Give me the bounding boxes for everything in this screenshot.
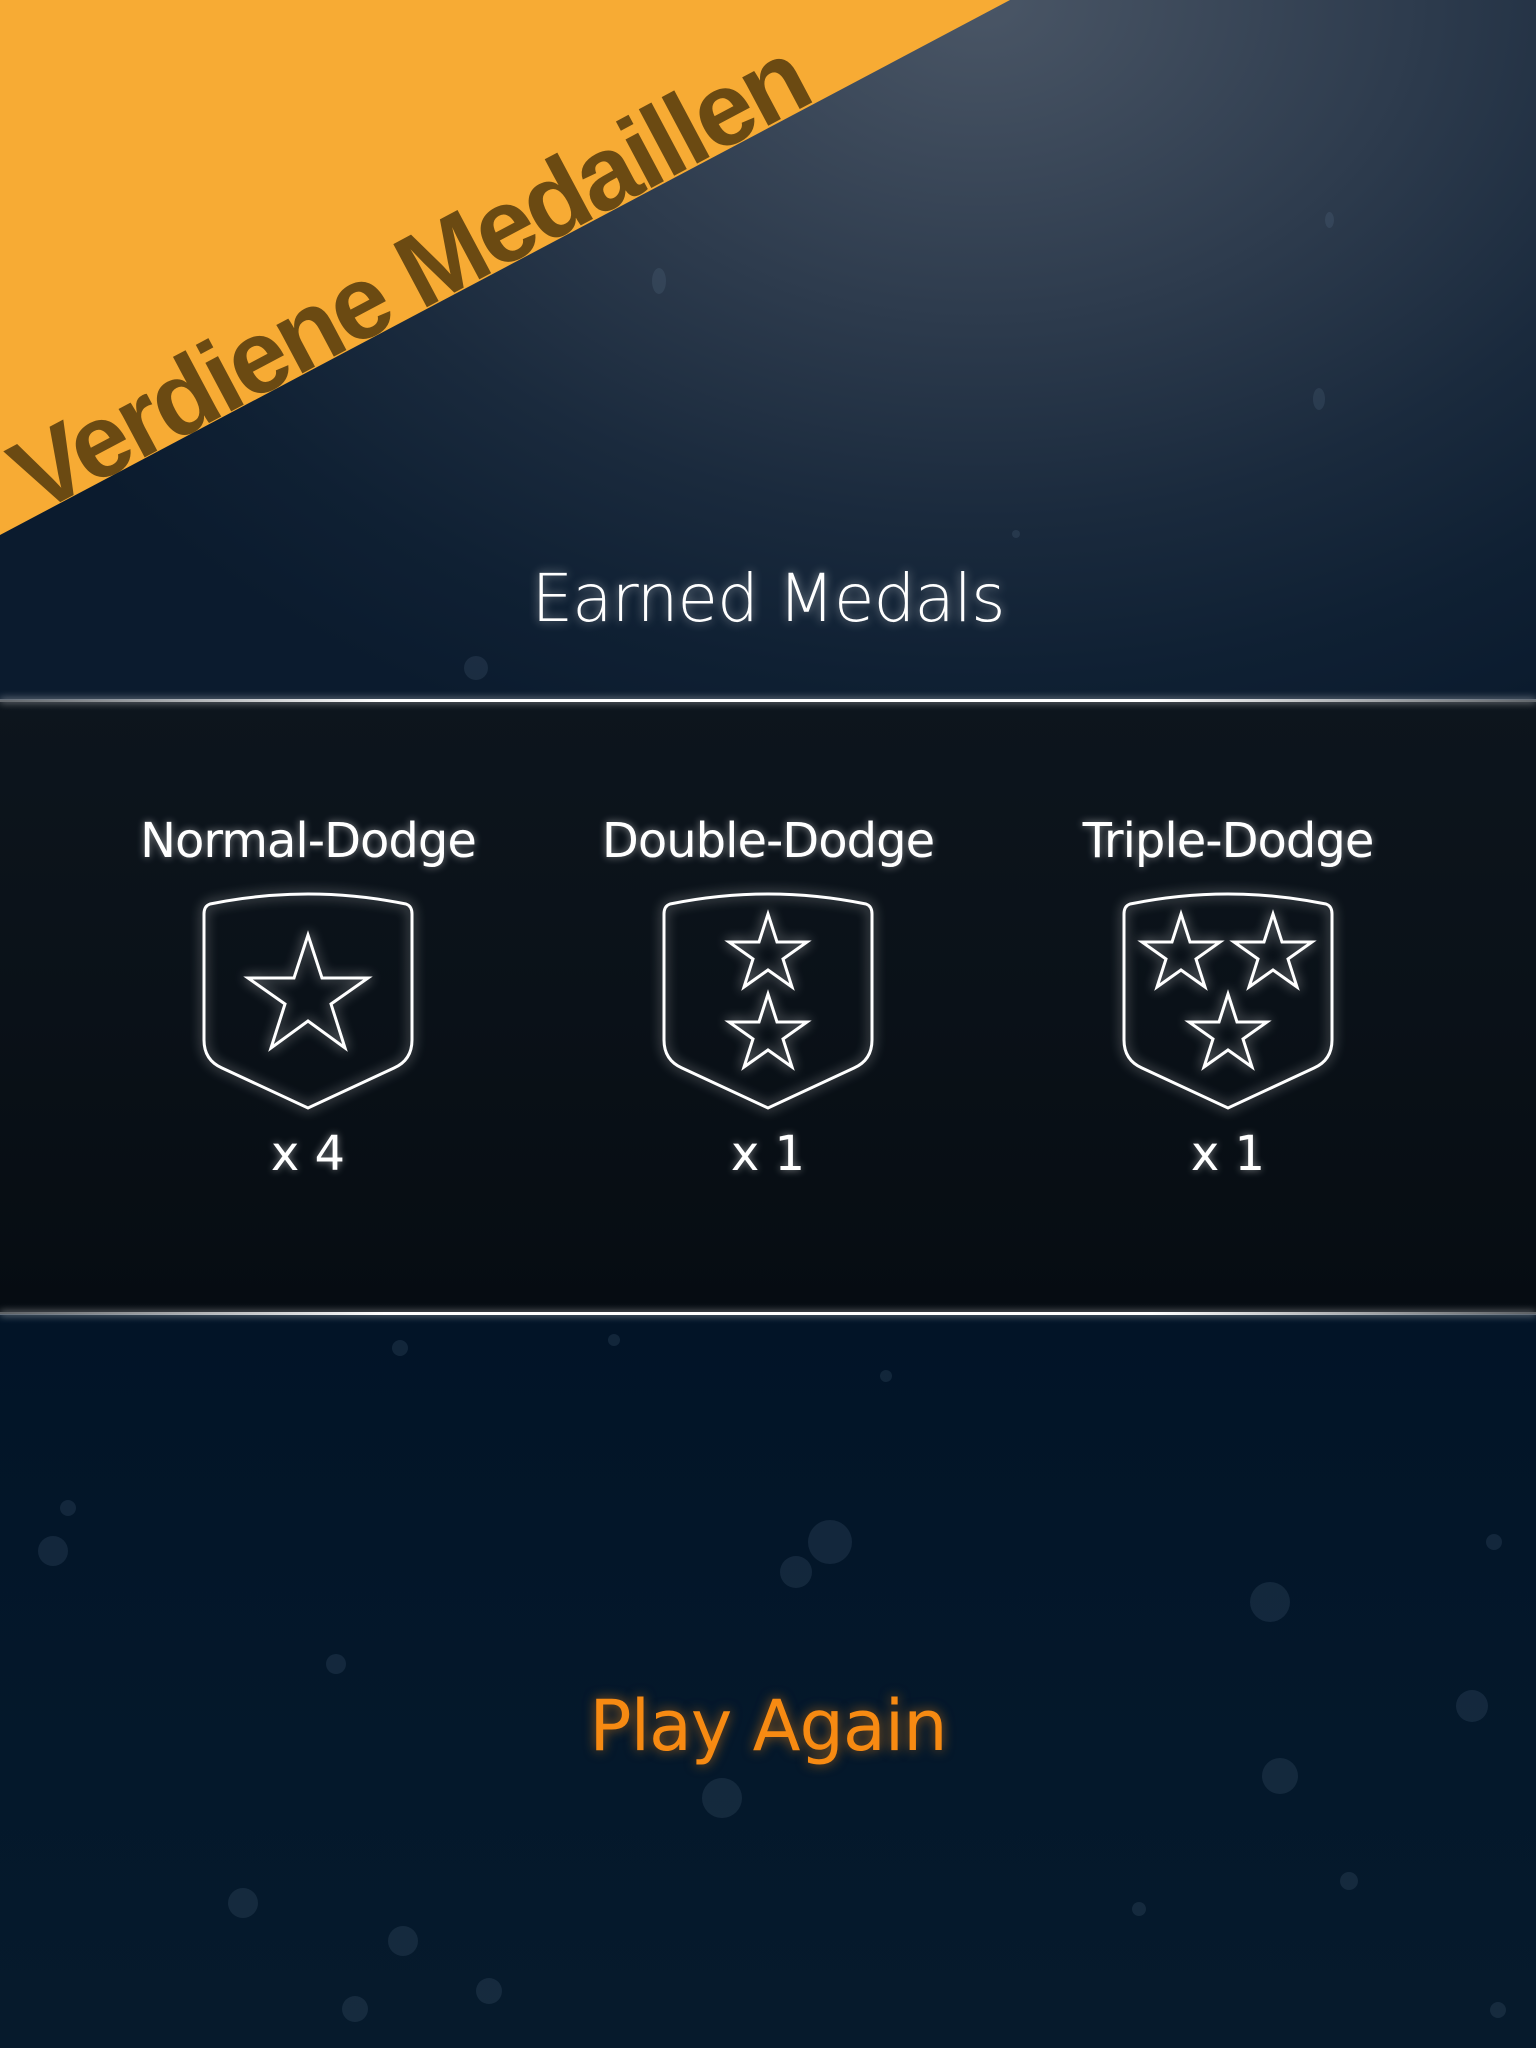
corner-banner: Verdiene Medaillen [0,0,1536,540]
page-title: Earned Medals [531,560,1005,637]
medal-name: Triple-Dodge [1082,813,1375,869]
medal-normal-dodge: Normal-Dodge x 4 [88,806,528,1182]
medal-double-dodge: Double-Dodge x 1 [548,806,988,1182]
medal-count: x 4 [270,1126,346,1182]
lower-background [0,1315,1536,2048]
shield-one-star-icon [202,892,414,1110]
medal-name: Double-Dodge [601,813,935,869]
panel-top-divider [0,699,1536,702]
panel-bottom-divider [0,1312,1536,1315]
play-again-button[interactable]: Play Again [0,1685,1536,1767]
medal-count: x 1 [730,1126,806,1182]
shield-three-stars-icon [1122,892,1334,1110]
medal-name: Normal-Dodge [140,813,477,869]
medal-triple-dodge: Triple-Dodge x 1 [1008,806,1448,1182]
medal-count: x 1 [1190,1126,1266,1182]
shield-two-stars-icon [662,892,874,1110]
